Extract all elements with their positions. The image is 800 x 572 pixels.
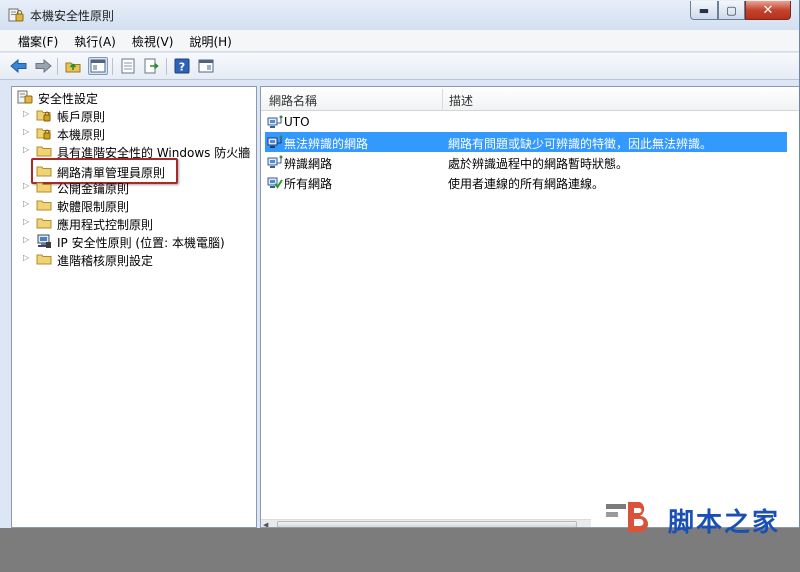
security-policy-icon xyxy=(8,7,24,23)
network-icon xyxy=(267,154,283,170)
folder-icon xyxy=(36,163,52,179)
tree-root[interactable]: 安全性設定 xyxy=(12,88,256,106)
horizontal-scrollbar[interactable]: ◀ xyxy=(261,519,591,527)
tree-item-ip-security[interactable]: ▷ IP 安全性原則 (位置: 本機電腦) xyxy=(12,232,256,250)
folder-icon xyxy=(36,215,52,231)
network-description: 使用者連線的所有網路連線。 xyxy=(448,177,605,191)
tree-item-application-control[interactable]: ▷ 應用程式控制原則 xyxy=(12,214,256,232)
forward-icon[interactable] xyxy=(33,57,53,75)
ip-security-icon xyxy=(36,233,52,249)
close-button[interactable]: ✕ xyxy=(745,1,791,20)
svg-text:?: ? xyxy=(179,61,185,74)
list-item-uto[interactable]: UTO xyxy=(265,112,787,132)
network-icon xyxy=(267,134,283,150)
network-name: 所有網路 xyxy=(284,177,333,191)
maximize-icon: ▢ xyxy=(726,3,737,17)
toolbar: ? xyxy=(0,53,799,80)
tree-item-label: IP 安全性原則 (位置: 本機電腦) xyxy=(57,236,225,250)
list-pane[interactable]: 網路名稱 描述 UTO 無法辨識的網路 網路有問題或缺少可辨識的特徵，因此無法辨… xyxy=(260,86,799,528)
maximize-button[interactable]: ▢ xyxy=(718,1,745,20)
expand-arrow-icon[interactable]: ▷ xyxy=(23,127,31,137)
folder-icon xyxy=(36,143,52,159)
network-description: 網路有問題或缺少可辨識的特徵，因此無法辨識。 xyxy=(448,137,713,151)
export-icon[interactable] xyxy=(142,57,162,75)
watermark-logo-icon xyxy=(604,500,652,532)
network-name: 無法辨識的網路 xyxy=(284,137,369,151)
toolbar-separator xyxy=(166,58,167,75)
show-tree-icon[interactable] xyxy=(88,57,108,75)
list-item-unidentified-network[interactable]: 無法辨識的網路 網路有問題或缺少可辨識的特徵，因此無法辨識。 xyxy=(265,132,787,152)
network-icon xyxy=(267,114,283,130)
toolbar-separator xyxy=(57,58,58,75)
minimize-button[interactable]: ▬ xyxy=(690,1,718,20)
main-window: 本機安全性原則 ▬ ▢ ✕ 檔案(F) 執行(A) 檢視(V) 說明(H) ? … xyxy=(0,0,800,528)
close-icon: ✕ xyxy=(762,2,774,18)
folder-icon xyxy=(36,197,52,213)
tree-item-software-restriction[interactable]: ▷ 軟體限制原則 xyxy=(12,196,256,214)
tree-item-label: 帳戶原則 xyxy=(57,110,106,124)
column-divider[interactable] xyxy=(442,89,443,109)
expand-arrow-icon[interactable]: ▷ xyxy=(23,199,31,209)
tree-item-label: 進階稽核原則設定 xyxy=(57,254,154,268)
window-title: 本機安全性原則 xyxy=(30,9,115,23)
tree-item-label: 應用程式控制原則 xyxy=(57,218,154,232)
expand-arrow-icon[interactable]: ▷ xyxy=(23,109,31,119)
list-item-all-networks[interactable]: 所有網路 使用者連線的所有網路連線。 xyxy=(265,172,787,192)
column-network-name[interactable]: 網路名稱 xyxy=(269,92,317,109)
expand-arrow-icon[interactable]: ▷ xyxy=(23,253,31,263)
help-icon[interactable]: ? xyxy=(172,57,192,75)
expand-arrow-icon[interactable]: ▷ xyxy=(23,145,31,155)
menu-view[interactable]: 檢視(V) xyxy=(124,30,182,51)
scrollbar-thumb[interactable] xyxy=(277,521,577,527)
tree-item-local-policy[interactable]: ▷ 本機原則 xyxy=(12,124,256,142)
toolbar-separator xyxy=(112,58,113,75)
expand-arrow-icon[interactable]: ▷ xyxy=(23,217,31,227)
menu-file[interactable]: 檔案(F) xyxy=(10,30,66,51)
up-folder-icon[interactable] xyxy=(63,57,83,75)
watermark: 脚本之家 xyxy=(598,498,800,538)
scroll-left-icon[interactable]: ◀ xyxy=(263,521,268,527)
network-name: UTO xyxy=(284,115,310,129)
tree-item-advanced-audit[interactable]: ▷ 進階稽核原則設定 xyxy=(12,250,256,268)
tree-item-public-key[interactable]: ▷ 公開金鑰原則 xyxy=(12,178,256,196)
security-settings-icon xyxy=(17,89,33,105)
column-description[interactable]: 描述 xyxy=(449,92,473,109)
menu-action[interactable]: 執行(A) xyxy=(66,30,124,51)
properties-icon[interactable] xyxy=(118,57,138,75)
back-icon[interactable] xyxy=(9,57,29,75)
folder-icon xyxy=(36,179,52,195)
folder-lock-icon xyxy=(36,107,52,123)
menu-bar: 檔案(F) 執行(A) 檢視(V) 說明(H) xyxy=(0,30,799,52)
tree-item-label: 本機原則 xyxy=(57,128,106,142)
watermark-text: 脚本之家 xyxy=(668,508,781,538)
tree-root-label: 安全性設定 xyxy=(38,92,99,106)
network-description: 處於辨識過程中的網路暫時狀態。 xyxy=(448,157,629,171)
list-item-identifying-network[interactable]: 辨識網路 處於辨識過程中的網路暫時狀態。 xyxy=(265,152,787,172)
tree-item-label: 公開金鑰原則 xyxy=(57,182,130,196)
folder-lock-icon xyxy=(36,125,52,141)
tree-item-account-policy[interactable]: ▷ 帳戶原則 xyxy=(12,106,256,124)
menu-help[interactable]: 說明(H) xyxy=(181,30,239,51)
expand-arrow-icon[interactable]: ▷ xyxy=(23,181,31,191)
tree-item-label: 軟體限制原則 xyxy=(57,200,130,214)
tree-pane[interactable]: 安全性設定 ▷ 帳戶原則 ▷ 本機原則 ▷ 具有進階安全性的 Windows 防… xyxy=(11,86,257,528)
network-check-icon xyxy=(267,174,283,190)
expand-arrow-icon[interactable]: ▷ xyxy=(23,235,31,245)
folder-icon xyxy=(36,251,52,267)
network-name: 辨識網路 xyxy=(284,157,333,171)
console-icon[interactable] xyxy=(196,57,216,75)
title-bar[interactable]: 本機安全性原則 ▬ ▢ ✕ xyxy=(0,0,799,30)
minimize-icon: ▬ xyxy=(698,3,710,17)
column-header: 網路名稱 描述 xyxy=(261,87,799,111)
